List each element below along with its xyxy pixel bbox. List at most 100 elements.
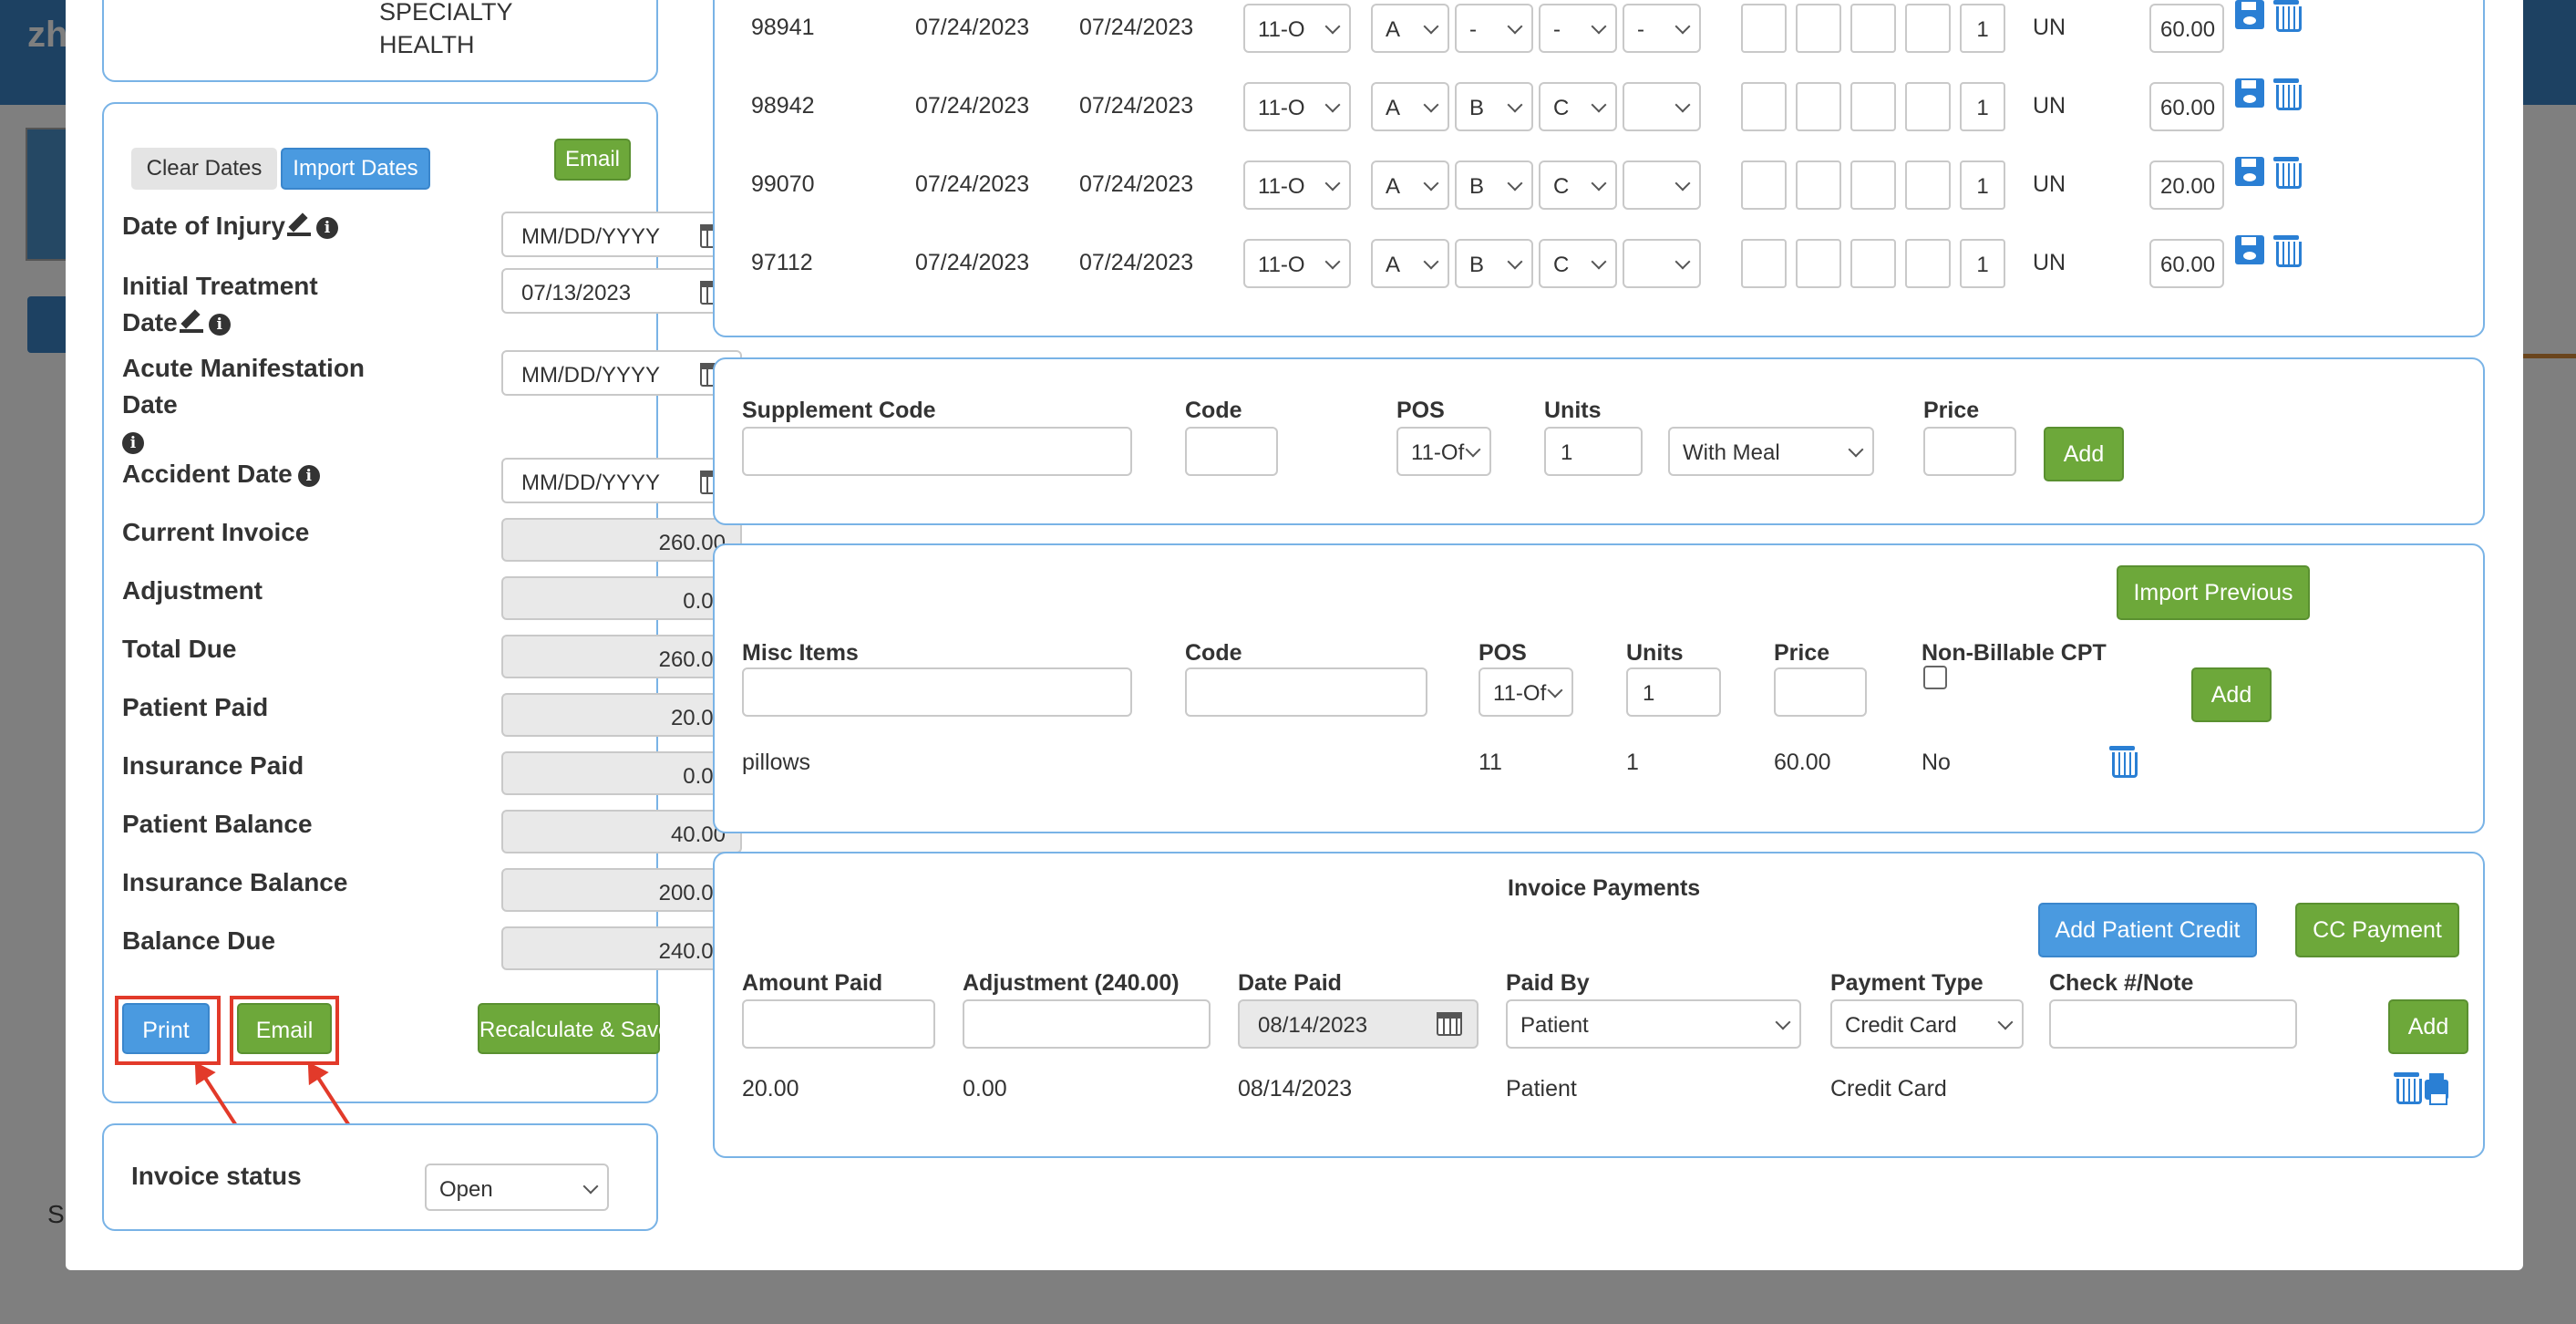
service-modifier-input[interactable] — [1741, 239, 1787, 288]
non-billable-checkbox[interactable] — [1923, 666, 1947, 689]
service-modifier-input[interactable] — [1850, 239, 1896, 288]
service-dx-select[interactable] — [1623, 239, 1701, 288]
save-icon[interactable] — [2235, 78, 2264, 108]
print-icon[interactable] — [2425, 1073, 2448, 1105]
service-modifier-input[interactable] — [1796, 4, 1841, 53]
service-price-input[interactable]: 60.00 — [2149, 82, 2224, 131]
service-dx-select[interactable]: A — [1371, 82, 1449, 131]
service-pos-select[interactable]: 11-O — [1243, 82, 1351, 131]
import-dates-button[interactable]: Import Dates — [281, 148, 430, 190]
service-units-input[interactable]: 1 — [1960, 239, 2005, 288]
service-modifier-input[interactable] — [1741, 160, 1787, 210]
info-icon[interactable]: i — [297, 465, 320, 487]
misc-add-button[interactable]: Add — [2191, 667, 2272, 722]
recalculate-save-button[interactable]: Recalculate & Save — [478, 1003, 670, 1054]
invoice-payments-panel: Invoice Payments Add Patient Credit CC P… — [713, 852, 2485, 1158]
service-dx-select[interactable] — [1623, 160, 1701, 210]
calendar-icon[interactable] — [1437, 1012, 1462, 1036]
service-modifier-input[interactable] — [1850, 160, 1896, 210]
acute-manifestation-date-input[interactable]: MM/DD/YYYY — [501, 350, 742, 396]
misc-pos-header: POS — [1479, 640, 1527, 666]
service-pos-select[interactable]: 11-O — [1243, 239, 1351, 288]
adjustment-input[interactable] — [963, 999, 1211, 1049]
service-modifier-input[interactable] — [1741, 82, 1787, 131]
check-note-input[interactable] — [2049, 999, 2297, 1049]
invoice-status-select[interactable]: Open — [425, 1164, 609, 1211]
service-pos-select[interactable]: 11-O — [1243, 160, 1351, 210]
service-unit-type: UN — [2033, 93, 2066, 119]
date-paid-input[interactable]: 08/14/2023 — [1238, 999, 1479, 1049]
service-dx-select[interactable]: C — [1539, 160, 1617, 210]
amount-paid-input[interactable] — [742, 999, 935, 1049]
payment-row-date: 08/14/2023 — [1238, 1076, 1353, 1102]
info-icon[interactable]: i — [122, 432, 144, 454]
trash-icon[interactable] — [2273, 232, 2302, 267]
payment-add-button[interactable]: Add — [2388, 999, 2468, 1054]
service-units-input[interactable]: 1 — [1960, 4, 2005, 53]
supplement-price-input[interactable] — [1923, 427, 2016, 476]
import-previous-button[interactable]: Import Previous — [2117, 565, 2310, 620]
supplement-add-button[interactable]: Add — [2044, 427, 2124, 481]
service-dx-select[interactable]: B — [1455, 82, 1533, 131]
service-price-input[interactable]: 60.00 — [2149, 239, 2224, 288]
service-pos-select[interactable]: 11-O — [1243, 4, 1351, 53]
date-of-injury-input[interactable]: MM/DD/YYYY — [501, 212, 742, 257]
service-modifier-input[interactable] — [1850, 4, 1896, 53]
info-icon[interactable]: i — [315, 217, 338, 239]
service-dx-select[interactable]: B — [1455, 160, 1533, 210]
cc-payment-button[interactable]: CC Payment — [2295, 903, 2459, 957]
save-icon[interactable] — [2235, 157, 2264, 186]
info-icon[interactable]: i — [208, 314, 231, 336]
service-modifier-input[interactable] — [1905, 160, 1951, 210]
service-modifier-input[interactable] — [1850, 82, 1896, 131]
supplement-cpt-input[interactable] — [1185, 427, 1278, 476]
service-modifier-input[interactable] — [1741, 4, 1787, 53]
misc-units-input[interactable]: 1 — [1626, 667, 1721, 717]
supplement-meal-select[interactable]: With Meal — [1668, 427, 1874, 476]
supplement-pos-select[interactable]: 11-Of — [1396, 427, 1491, 476]
supplement-code-input[interactable] — [742, 427, 1132, 476]
service-to-date: 07/24/2023 — [1079, 15, 1194, 40]
service-dx-select[interactable]: A — [1371, 4, 1449, 53]
service-from-date: 07/24/2023 — [915, 171, 1030, 197]
supplement-units-input[interactable]: 1 — [1544, 427, 1643, 476]
misc-item-input[interactable] — [742, 667, 1132, 717]
trash-icon[interactable] — [2109, 742, 2138, 778]
service-units-input[interactable]: 1 — [1960, 82, 2005, 131]
service-dx-select[interactable]: C — [1539, 239, 1617, 288]
accident-date-input[interactable]: MM/DD/YYYY — [501, 458, 742, 503]
misc-code-header: Code — [1185, 640, 1242, 666]
save-icon[interactable] — [2235, 0, 2264, 29]
service-dx-select[interactable]: A — [1371, 239, 1449, 288]
add-patient-credit-button[interactable]: Add Patient Credit — [2038, 903, 2257, 957]
service-price-input[interactable]: 60.00 — [2149, 4, 2224, 53]
service-modifier-input[interactable] — [1905, 82, 1951, 131]
service-dx-select[interactable]: A — [1371, 160, 1449, 210]
service-dx-select[interactable]: B — [1455, 239, 1533, 288]
service-modifier-input[interactable] — [1796, 160, 1841, 210]
email-top-button[interactable]: Email — [554, 139, 631, 181]
service-dx-select[interactable]: - — [1455, 4, 1533, 53]
service-price-input[interactable]: 20.00 — [2149, 160, 2224, 210]
service-modifier-input[interactable] — [1905, 239, 1951, 288]
service-dx-select[interactable]: - — [1539, 4, 1617, 53]
service-dx-select[interactable] — [1623, 82, 1701, 131]
service-modifier-input[interactable] — [1796, 82, 1841, 131]
paid-by-select[interactable]: Patient — [1506, 999, 1801, 1049]
service-dx-select[interactable]: - — [1623, 4, 1701, 53]
payment-type-select[interactable]: Credit Card — [1830, 999, 2024, 1049]
service-modifier-input[interactable] — [1796, 239, 1841, 288]
service-dx-select[interactable]: C — [1539, 82, 1617, 131]
clear-dates-button[interactable]: Clear Dates — [131, 148, 277, 190]
misc-pos-select[interactable]: 11-Of — [1479, 667, 1573, 717]
trash-icon[interactable] — [2273, 0, 2302, 32]
save-icon[interactable] — [2235, 235, 2264, 264]
trash-icon[interactable] — [2273, 153, 2302, 189]
misc-price-input[interactable] — [1774, 667, 1867, 717]
service-units-input[interactable]: 1 — [1960, 160, 2005, 210]
initial-treatment-date-input[interactable]: 07/13/2023 — [501, 268, 742, 314]
trash-icon[interactable] — [2394, 1069, 2422, 1104]
misc-code-input[interactable] — [1185, 667, 1427, 717]
service-modifier-input[interactable] — [1905, 4, 1951, 53]
trash-icon[interactable] — [2273, 75, 2302, 110]
